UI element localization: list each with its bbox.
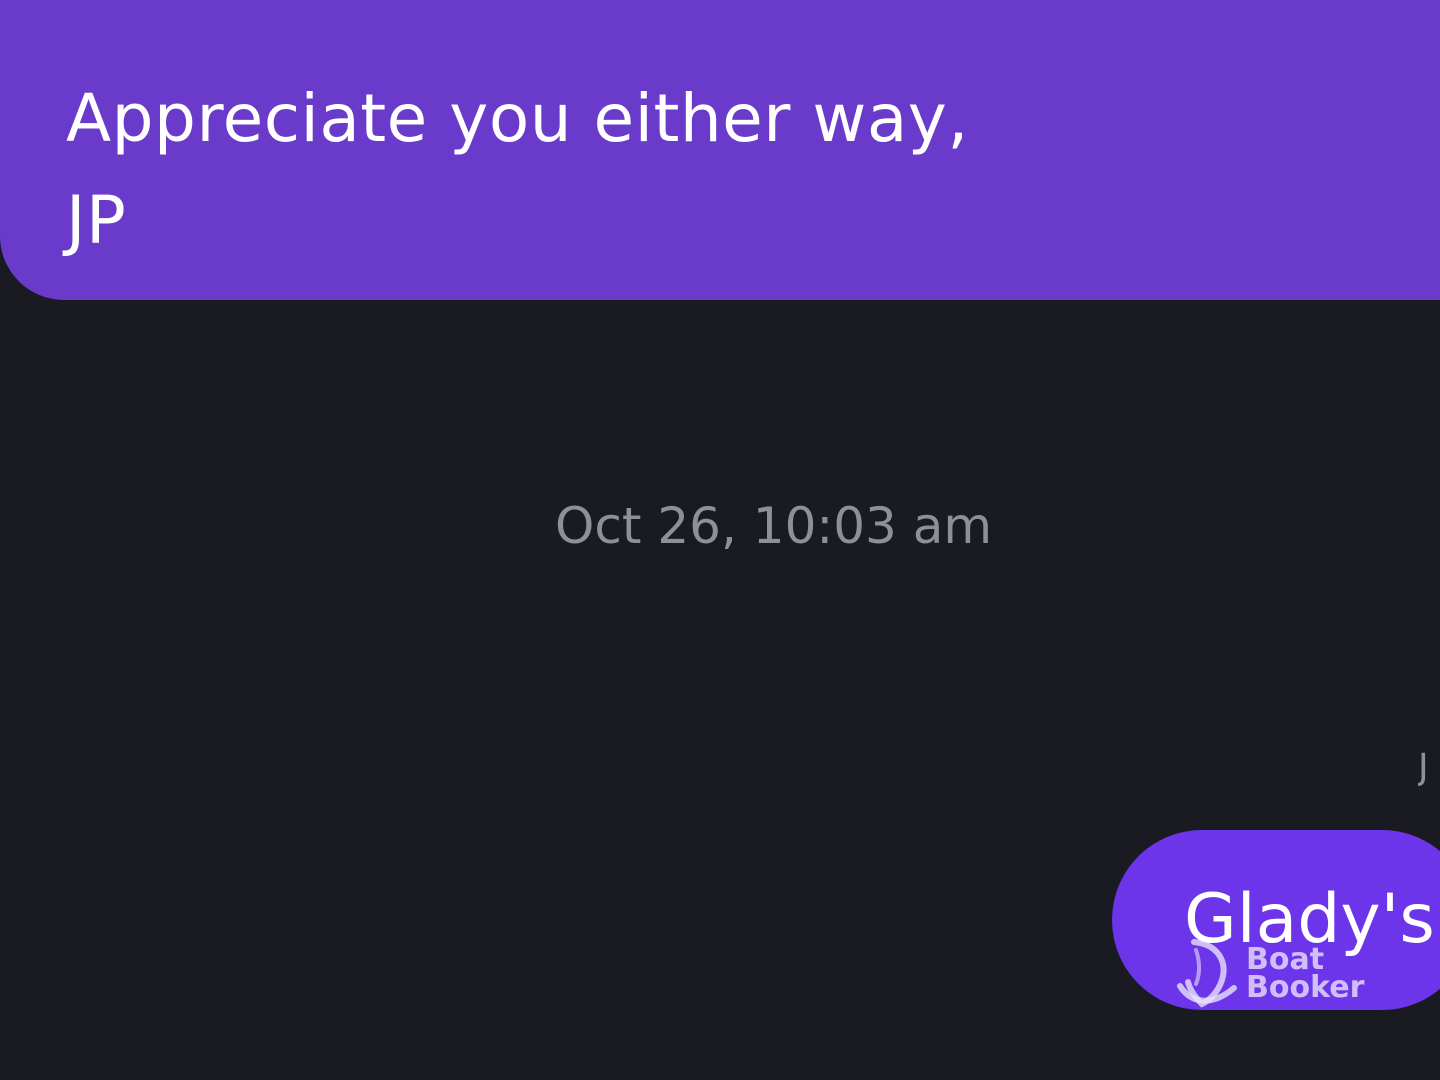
- watermark-logo: Boat Booker: [1176, 938, 1376, 1014]
- watermark-text: Boat Booker: [1246, 942, 1365, 1005]
- boat-icon: [1177, 939, 1237, 1008]
- message-thread: Appreciate you either way, JP Oct 26, 10…: [0, 0, 1440, 1080]
- message-bubble[interactable]: Appreciate you either way, JP: [0, 0, 1440, 300]
- sender-label: J: [1418, 748, 1429, 788]
- message-text: Appreciate you either way, JP: [66, 80, 969, 259]
- message-timestamp: Oct 26, 10:03 am: [555, 497, 993, 555]
